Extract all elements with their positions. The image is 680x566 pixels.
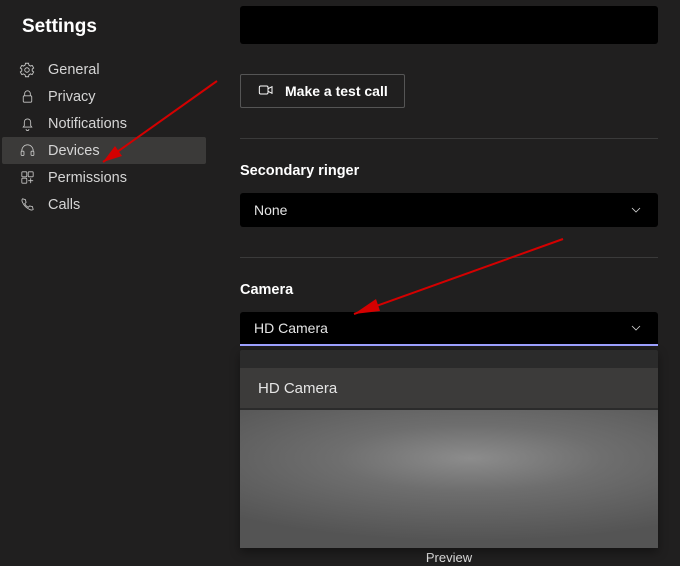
chevron-down-icon [628,320,644,336]
settings-sidebar: Settings General Privacy Notifications D… [0,0,210,566]
sidebar-item-permissions[interactable]: Permissions [0,164,210,191]
camera-title: Camera [240,282,668,298]
sidebar-item-general[interactable]: General [0,56,210,83]
chevron-down-icon [628,202,644,218]
make-test-call-button[interactable]: Make a test call [240,74,405,108]
camera-preview-label: Preview [240,550,658,565]
section-divider [240,138,658,139]
camera-preview-image [240,410,658,548]
secondary-ringer-value: None [254,202,287,218]
secondary-ringer-title: Secondary ringer [240,163,668,179]
sidebar-item-label: Devices [48,143,100,159]
test-call-label: Make a test call [285,83,388,99]
sidebar-item-label: Calls [48,197,80,213]
lock-icon [18,88,36,106]
sidebar-item-notifications[interactable]: Notifications [0,110,210,137]
settings-title: Settings [0,8,210,56]
settings-main: Make a test call Secondary ringer None C… [210,0,680,566]
secondary-ringer-select[interactable]: None [240,193,658,227]
camera-option-label: HD Camera [258,380,337,397]
camera-select[interactable]: HD Camera [240,312,658,346]
sidebar-item-label: Permissions [48,170,127,186]
sidebar-item-devices[interactable]: Devices [2,137,206,164]
sidebar-item-calls[interactable]: Calls [0,191,210,218]
phone-icon [18,196,36,214]
sidebar-item-label: General [48,62,100,78]
sidebar-item-privacy[interactable]: Privacy [0,83,210,110]
video-call-icon [257,82,275,101]
sidebar-item-label: Notifications [48,116,127,132]
camera-option[interactable]: HD Camera [240,368,658,408]
bell-icon [18,115,36,133]
gear-icon [18,61,36,79]
truncated-select[interactable] [240,6,658,44]
section-divider [240,257,658,258]
camera-dropdown: HD Camera [240,350,658,548]
camera-value: HD Camera [254,320,328,336]
sidebar-item-label: Privacy [48,89,96,105]
apps-icon [18,169,36,187]
headset-icon [18,142,36,160]
